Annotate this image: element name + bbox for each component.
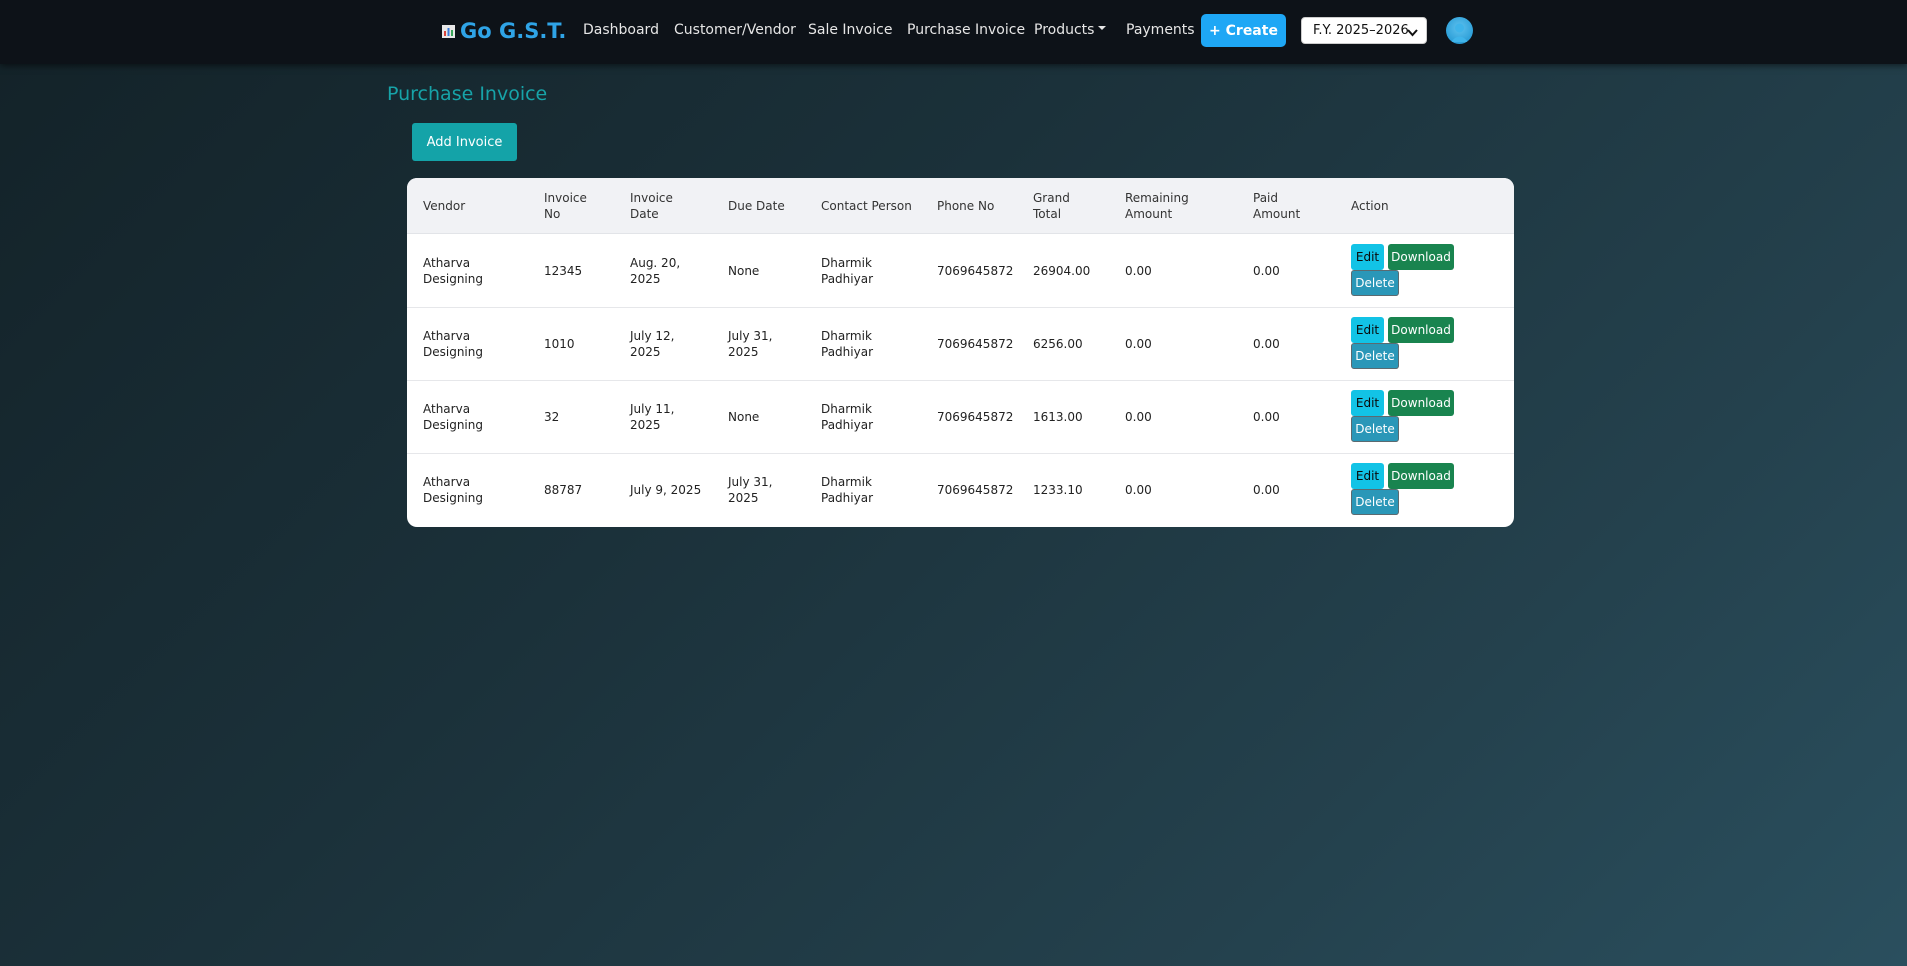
header-phone-no: Phone No [937, 199, 995, 213]
delete-button[interactable]: Delete [1351, 343, 1399, 369]
delete-button[interactable]: Delete [1351, 489, 1399, 515]
header-due-date: Due Date [728, 199, 785, 213]
cell-due-date: None [728, 410, 760, 424]
cell-phone: 7069645872 [937, 483, 1014, 497]
cell-invoice-no: 88787 [544, 483, 583, 497]
cell-remaining: 0.00 [1125, 337, 1152, 351]
cell-due-date: July 31, 2025 [728, 329, 773, 359]
header-vendor: Vendor [423, 199, 466, 213]
download-button[interactable]: Download [1388, 463, 1454, 489]
top-navbar: Go G.S.T. Dashboard Customer/Vendor Sale… [0, 0, 1907, 64]
table-row: Atharva Designing 32 July 11, 2025 None Dh… [407, 380, 1514, 454]
cell-remaining: 0.00 [1125, 483, 1152, 497]
cell-vendor: Atharva Designing [423, 475, 483, 505]
cell-invoice-no: 32 [544, 410, 560, 424]
cell-invoice-date: July 9, 2025 [630, 483, 702, 497]
edit-button[interactable]: Edit [1351, 390, 1384, 416]
brand-logo[interactable]: Go G.S.T. [442, 18, 566, 44]
cell-vendor: Atharva Designing [423, 256, 483, 286]
delete-button[interactable]: Delete [1351, 270, 1399, 296]
cell-paid: 0.00 [1253, 410, 1280, 424]
cell-invoice-date: July 11, 2025 [630, 402, 675, 432]
cell-invoice-date: Aug. 20, 2025 [630, 256, 681, 286]
header-paid-amount: Paid Amount [1253, 191, 1301, 221]
brand-name: Go G.S.T. [460, 19, 567, 43]
cell-grand-total: 1613.00 [1033, 410, 1083, 424]
cell-remaining: 0.00 [1125, 264, 1152, 278]
cell-phone: 7069645872 [937, 337, 1014, 351]
cell-paid: 0.00 [1253, 483, 1280, 497]
cell-paid: 0.00 [1253, 337, 1280, 351]
nav-purchase-invoice[interactable]: Purchase Invoice [907, 22, 1025, 38]
bar-chart-icon [442, 24, 455, 38]
nav-payments[interactable]: Payments [1126, 22, 1195, 38]
invoice-table: Vendor Invoice No Invoice Date Due Date Co… [407, 178, 1514, 527]
cell-phone: 7069645872 [937, 410, 1014, 424]
header-contact-person: Contact Person [821, 199, 912, 213]
cell-invoice-no: 1010 [544, 337, 575, 351]
download-button[interactable]: Download [1388, 244, 1454, 270]
cell-contact-person: Dharmik Padhiyar [821, 402, 873, 432]
nav-sale-invoice[interactable]: Sale Invoice [808, 22, 892, 38]
cell-vendor: Atharva Designing [423, 329, 483, 359]
nav-dashboard[interactable]: Dashboard [583, 22, 659, 38]
header-remaining-amount: Remaining Amount [1125, 191, 1189, 221]
nav-products-dropdown[interactable]: Products [1034, 22, 1106, 38]
cell-grand-total: 1233.10 [1033, 483, 1083, 497]
edit-button[interactable]: Edit [1351, 244, 1384, 270]
financial-year-select[interactable]: F.Y. 2025–2026 [1301, 17, 1427, 44]
user-icon [1446, 17, 1473, 44]
cell-grand-total: 26904.00 [1033, 264, 1091, 278]
page-title: Purchase Invoice [387, 83, 548, 105]
download-button[interactable]: Download [1388, 390, 1454, 416]
cell-invoice-date: July 12, 2025 [630, 329, 675, 359]
cell-contact-person: Dharmik Padhiyar [821, 329, 873, 359]
header-action: Action [1351, 199, 1389, 213]
header-grand-total: Grand Total [1033, 191, 1070, 221]
cell-paid: 0.00 [1253, 264, 1280, 278]
add-invoice-button[interactable]: Add Invoice [412, 123, 517, 161]
nav-customer-vendor[interactable]: Customer/Vendor [674, 22, 796, 38]
table-header: Vendor Invoice No Invoice Date Due Date Co… [407, 178, 1514, 234]
user-avatar[interactable] [1446, 17, 1473, 44]
create-button[interactable]: + Create [1201, 14, 1286, 47]
cell-remaining: 0.00 [1125, 410, 1152, 424]
chevron-down-icon [1407, 26, 1418, 41]
table-row: Atharva Designing 12345 Aug. 20, 2025 None… [407, 234, 1514, 308]
cell-contact-person: Dharmik Padhiyar [821, 256, 873, 286]
edit-button[interactable]: Edit [1351, 317, 1384, 343]
header-invoice-date: Invoice Date [630, 191, 673, 221]
table-row: Atharva Designing 88787 July 9, 2025 July… [407, 453, 1514, 526]
header-invoice-no: Invoice No [544, 191, 587, 221]
table-row: Atharva Designing 1010 July 12, 2025 July … [407, 307, 1514, 381]
cell-due-date: None [728, 264, 760, 278]
cell-contact-person: Dharmik Padhiyar [821, 475, 873, 505]
cell-phone: 7069645872 [937, 264, 1014, 278]
cell-grand-total: 6256.00 [1033, 337, 1083, 351]
edit-button[interactable]: Edit [1351, 463, 1384, 489]
cell-invoice-no: 12345 [544, 264, 583, 278]
financial-year-value: F.Y. 2025–2026 [1313, 23, 1409, 38]
delete-button[interactable]: Delete [1351, 416, 1399, 442]
cell-vendor: Atharva Designing [423, 402, 483, 432]
download-button[interactable]: Download [1388, 317, 1454, 343]
cell-due-date: July 31, 2025 [728, 475, 773, 505]
